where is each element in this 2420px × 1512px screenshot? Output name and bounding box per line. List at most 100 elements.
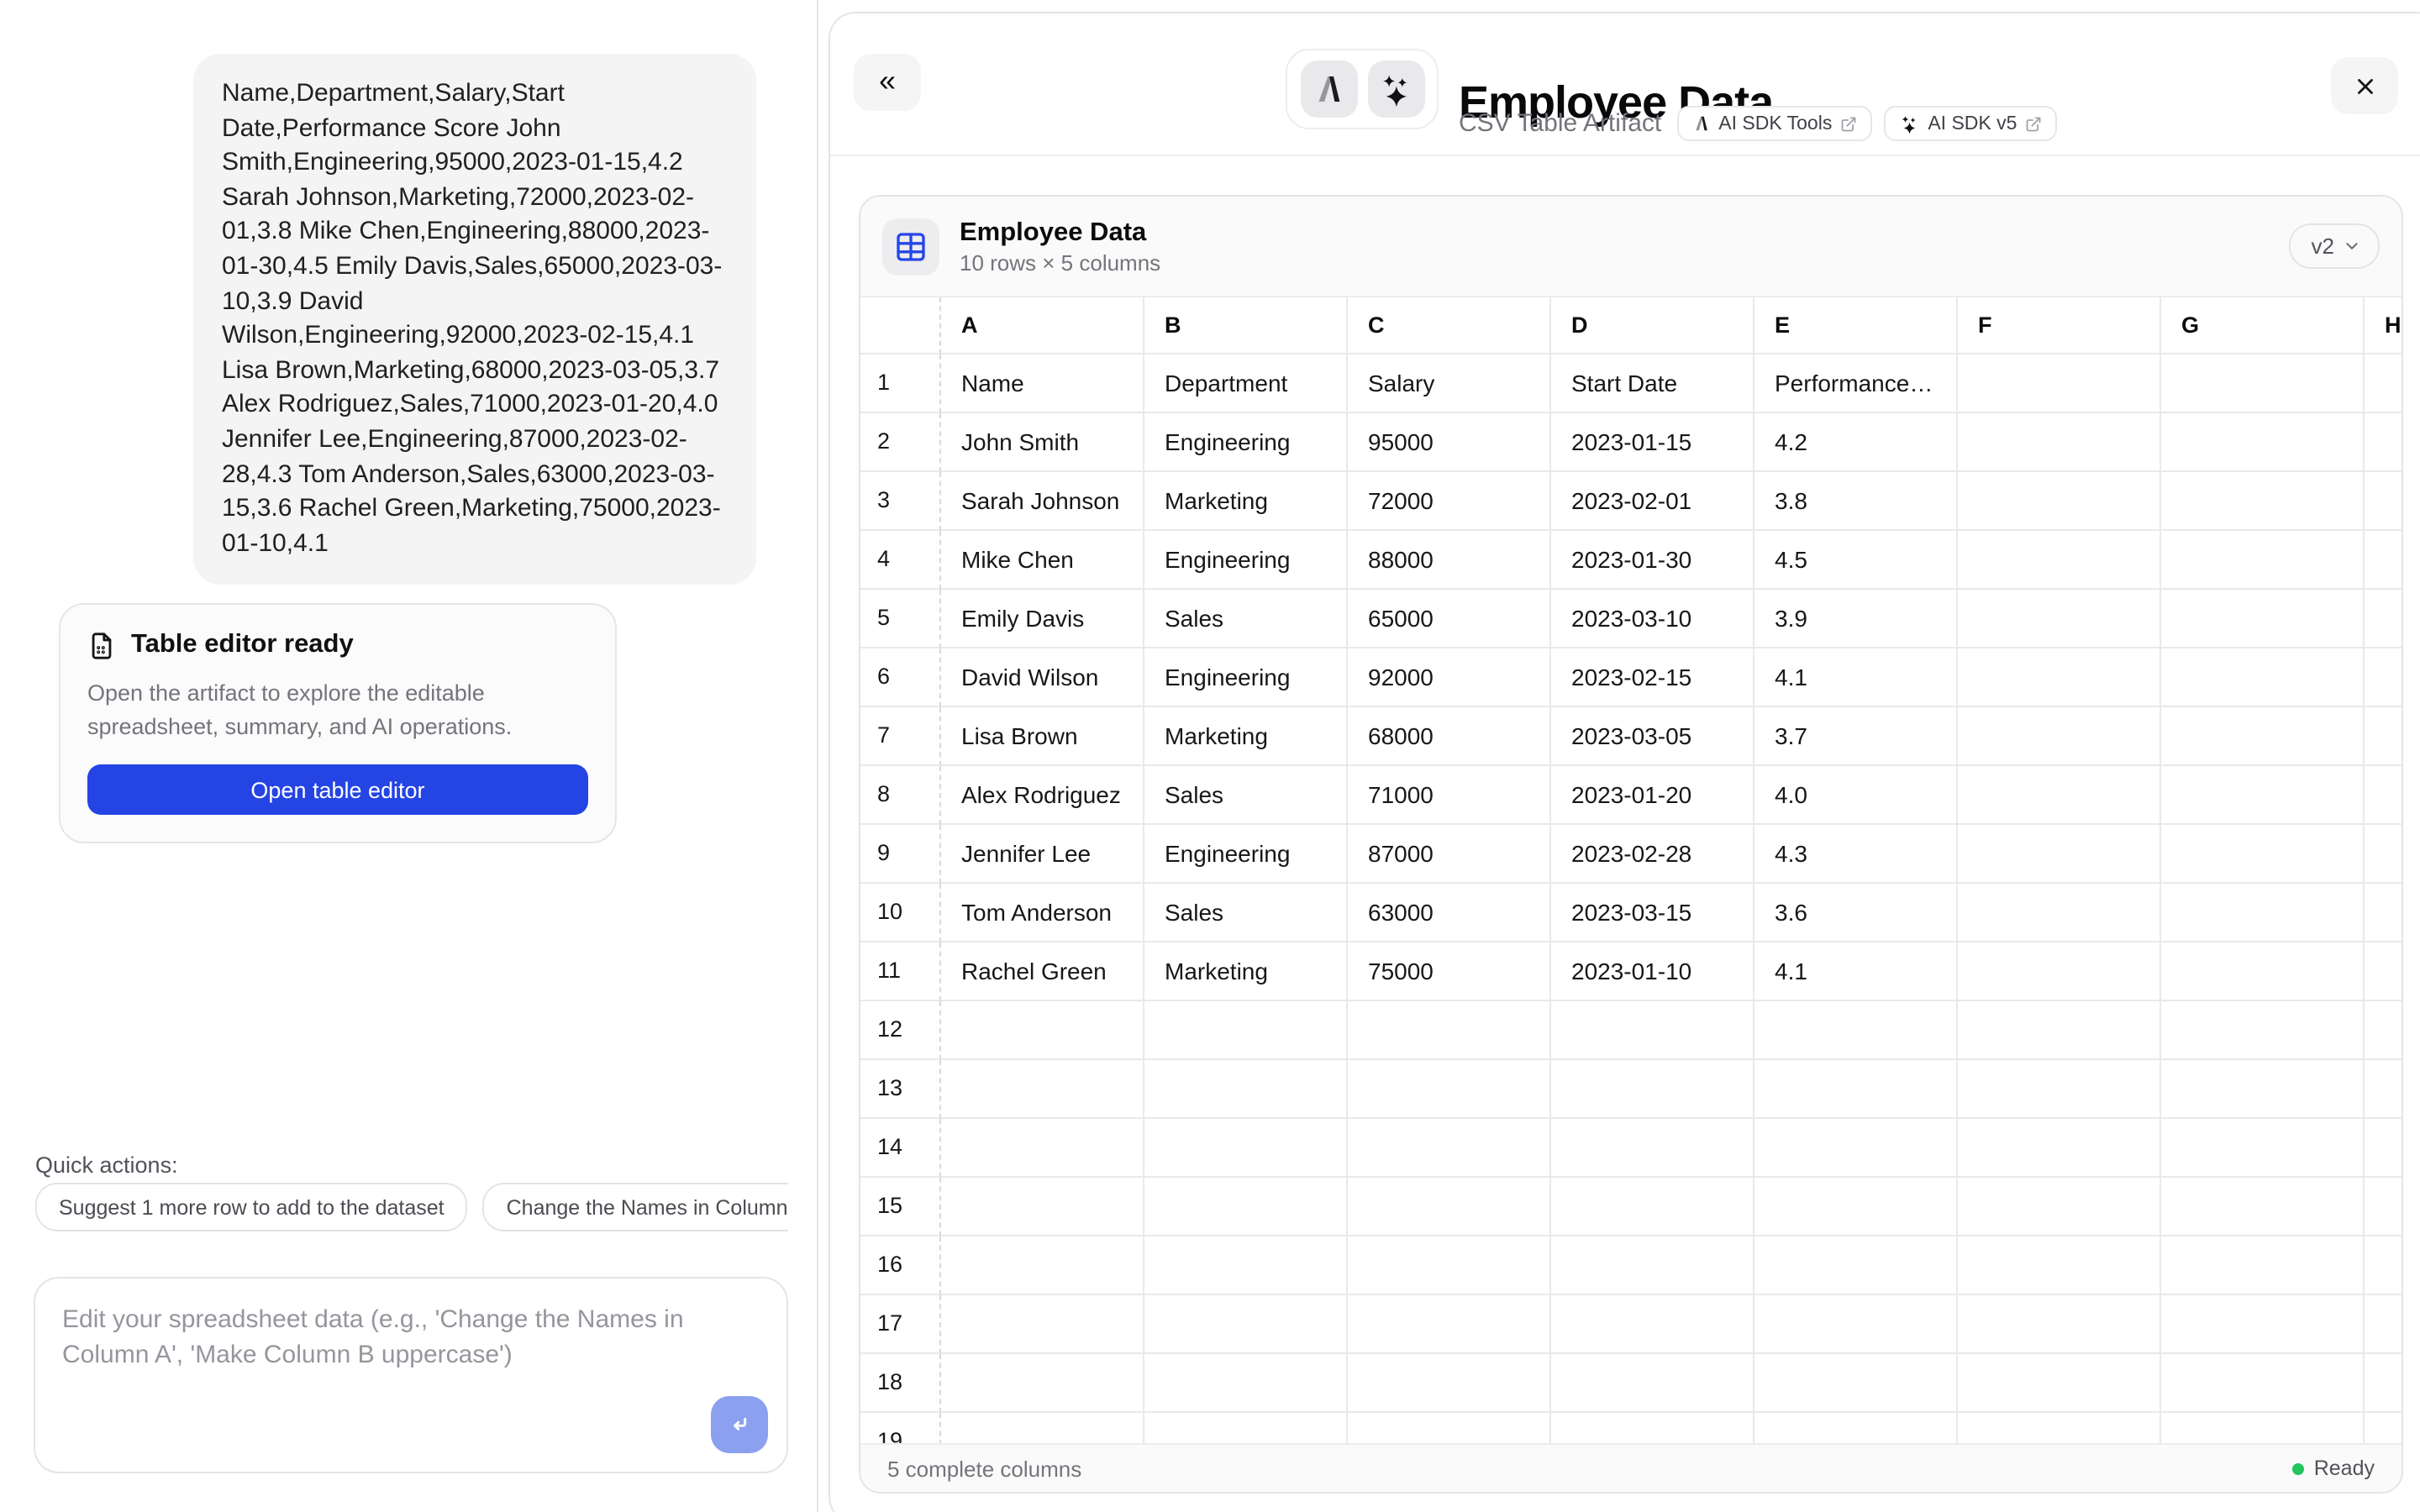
cell-C16[interactable] xyxy=(1348,1236,1551,1295)
cell-G17[interactable] xyxy=(2161,1295,2365,1354)
row-header-12[interactable]: 12 xyxy=(860,1001,941,1060)
cell-B10[interactable]: Sales xyxy=(1144,884,1348,942)
cell-H7[interactable] xyxy=(2365,707,2402,766)
cell-B19[interactable] xyxy=(1144,1413,1348,1443)
cell-G5[interactable] xyxy=(2161,590,2365,648)
row-header-1[interactable]: 1 xyxy=(860,354,941,413)
cell-B15[interactable] xyxy=(1144,1178,1348,1236)
column-header-C[interactable]: C xyxy=(1348,297,1551,354)
artifact-badge[interactable]: AI SDK v5 xyxy=(1884,106,2057,141)
cell-F10[interactable] xyxy=(1958,884,2161,942)
row-header-19[interactable]: 19 xyxy=(860,1413,941,1443)
cell-B5[interactable]: Sales xyxy=(1144,590,1348,648)
cell-E19[interactable] xyxy=(1754,1413,1958,1443)
row-header-5[interactable]: 5 xyxy=(860,590,941,648)
cell-H15[interactable] xyxy=(2365,1178,2402,1236)
cell-A17[interactable] xyxy=(941,1295,1144,1354)
cell-H11[interactable] xyxy=(2365,942,2402,1001)
cell-A10[interactable]: Tom Anderson xyxy=(941,884,1144,942)
column-header-F[interactable]: F xyxy=(1958,297,2161,354)
cell-F3[interactable] xyxy=(1958,472,2161,531)
cell-H6[interactable] xyxy=(2365,648,2402,707)
cell-D1[interactable]: Start Date xyxy=(1551,354,1754,413)
cell-F16[interactable] xyxy=(1958,1236,2161,1295)
cell-A8[interactable]: Alex Rodriguez xyxy=(941,766,1144,825)
column-header-G[interactable]: G xyxy=(2161,297,2365,354)
row-header-16[interactable]: 16 xyxy=(860,1236,941,1295)
cell-B1[interactable]: Department xyxy=(1144,354,1348,413)
row-header-18[interactable]: 18 xyxy=(860,1354,941,1413)
cell-A18[interactable] xyxy=(941,1354,1144,1413)
cell-B14[interactable] xyxy=(1144,1119,1348,1178)
cell-A13[interactable] xyxy=(941,1060,1144,1119)
cell-D14[interactable] xyxy=(1551,1119,1754,1178)
cell-H1[interactable] xyxy=(2365,354,2402,413)
cell-E3[interactable]: 3.8 xyxy=(1754,472,1958,531)
cell-H18[interactable] xyxy=(2365,1354,2402,1413)
cell-A11[interactable]: Rachel Green xyxy=(941,942,1144,1001)
cell-G16[interactable] xyxy=(2161,1236,2365,1295)
column-header-D[interactable]: D xyxy=(1551,297,1754,354)
cell-A9[interactable]: Jennifer Lee xyxy=(941,825,1144,884)
cell-E5[interactable]: 3.9 xyxy=(1754,590,1958,648)
row-header-2[interactable]: 2 xyxy=(860,413,941,472)
cell-C6[interactable]: 92000 xyxy=(1348,648,1551,707)
quick-action-pill[interactable]: Suggest 1 more row to add to the dataset xyxy=(35,1183,468,1231)
column-header-B[interactable]: B xyxy=(1144,297,1348,354)
cell-D6[interactable]: 2023-02-15 xyxy=(1551,648,1754,707)
cell-B6[interactable]: Engineering xyxy=(1144,648,1348,707)
cell-G13[interactable] xyxy=(2161,1060,2365,1119)
cell-H5[interactable] xyxy=(2365,590,2402,648)
composer-input[interactable] xyxy=(35,1278,786,1472)
cell-E14[interactable] xyxy=(1754,1119,1958,1178)
cell-G11[interactable] xyxy=(2161,942,2365,1001)
cell-C7[interactable]: 68000 xyxy=(1348,707,1551,766)
cell-E4[interactable]: 4.5 xyxy=(1754,531,1958,590)
row-header-14[interactable]: 14 xyxy=(860,1119,941,1178)
cell-D9[interactable]: 2023-02-28 xyxy=(1551,825,1754,884)
cell-G8[interactable] xyxy=(2161,766,2365,825)
cell-A5[interactable]: Emily Davis xyxy=(941,590,1144,648)
cell-D12[interactable] xyxy=(1551,1001,1754,1060)
cell-F18[interactable] xyxy=(1958,1354,2161,1413)
cell-G1[interactable] xyxy=(2161,354,2365,413)
cell-E10[interactable]: 3.6 xyxy=(1754,884,1958,942)
cell-C8[interactable]: 71000 xyxy=(1348,766,1551,825)
cell-A7[interactable]: Lisa Brown xyxy=(941,707,1144,766)
cell-D7[interactable]: 2023-03-05 xyxy=(1551,707,1754,766)
cell-D2[interactable]: 2023-01-15 xyxy=(1551,413,1754,472)
cell-B17[interactable] xyxy=(1144,1295,1348,1354)
cell-D17[interactable] xyxy=(1551,1295,1754,1354)
row-header-8[interactable]: 8 xyxy=(860,766,941,825)
cell-F12[interactable] xyxy=(1958,1001,2161,1060)
row-header-6[interactable]: 6 xyxy=(860,648,941,707)
cell-G6[interactable] xyxy=(2161,648,2365,707)
cell-C13[interactable] xyxy=(1348,1060,1551,1119)
cell-G15[interactable] xyxy=(2161,1178,2365,1236)
row-header-11[interactable]: 11 xyxy=(860,942,941,1001)
column-header-A[interactable]: A xyxy=(941,297,1144,354)
cell-H2[interactable] xyxy=(2365,413,2402,472)
cell-B3[interactable]: Marketing xyxy=(1144,472,1348,531)
cell-D4[interactable]: 2023-01-30 xyxy=(1551,531,1754,590)
cell-E7[interactable]: 3.7 xyxy=(1754,707,1958,766)
cell-A15[interactable] xyxy=(941,1178,1144,1236)
send-button[interactable] xyxy=(711,1396,768,1453)
cell-C1[interactable]: Salary xyxy=(1348,354,1551,413)
cell-B11[interactable]: Marketing xyxy=(1144,942,1348,1001)
artifact-badge[interactable]: AI SDK Tools xyxy=(1676,106,1872,141)
cell-D11[interactable]: 2023-01-10 xyxy=(1551,942,1754,1001)
corner-cell[interactable] xyxy=(860,297,941,354)
row-header-10[interactable]: 10 xyxy=(860,884,941,942)
cell-F7[interactable] xyxy=(1958,707,2161,766)
cell-A6[interactable]: David Wilson xyxy=(941,648,1144,707)
cell-G7[interactable] xyxy=(2161,707,2365,766)
cell-B13[interactable] xyxy=(1144,1060,1348,1119)
cell-D3[interactable]: 2023-02-01 xyxy=(1551,472,1754,531)
cell-E2[interactable]: 4.2 xyxy=(1754,413,1958,472)
cell-B7[interactable]: Marketing xyxy=(1144,707,1348,766)
close-artifact-button[interactable] xyxy=(2331,57,2398,114)
cell-D13[interactable] xyxy=(1551,1060,1754,1119)
column-header-E[interactable]: E xyxy=(1754,297,1958,354)
cell-E6[interactable]: 4.1 xyxy=(1754,648,1958,707)
